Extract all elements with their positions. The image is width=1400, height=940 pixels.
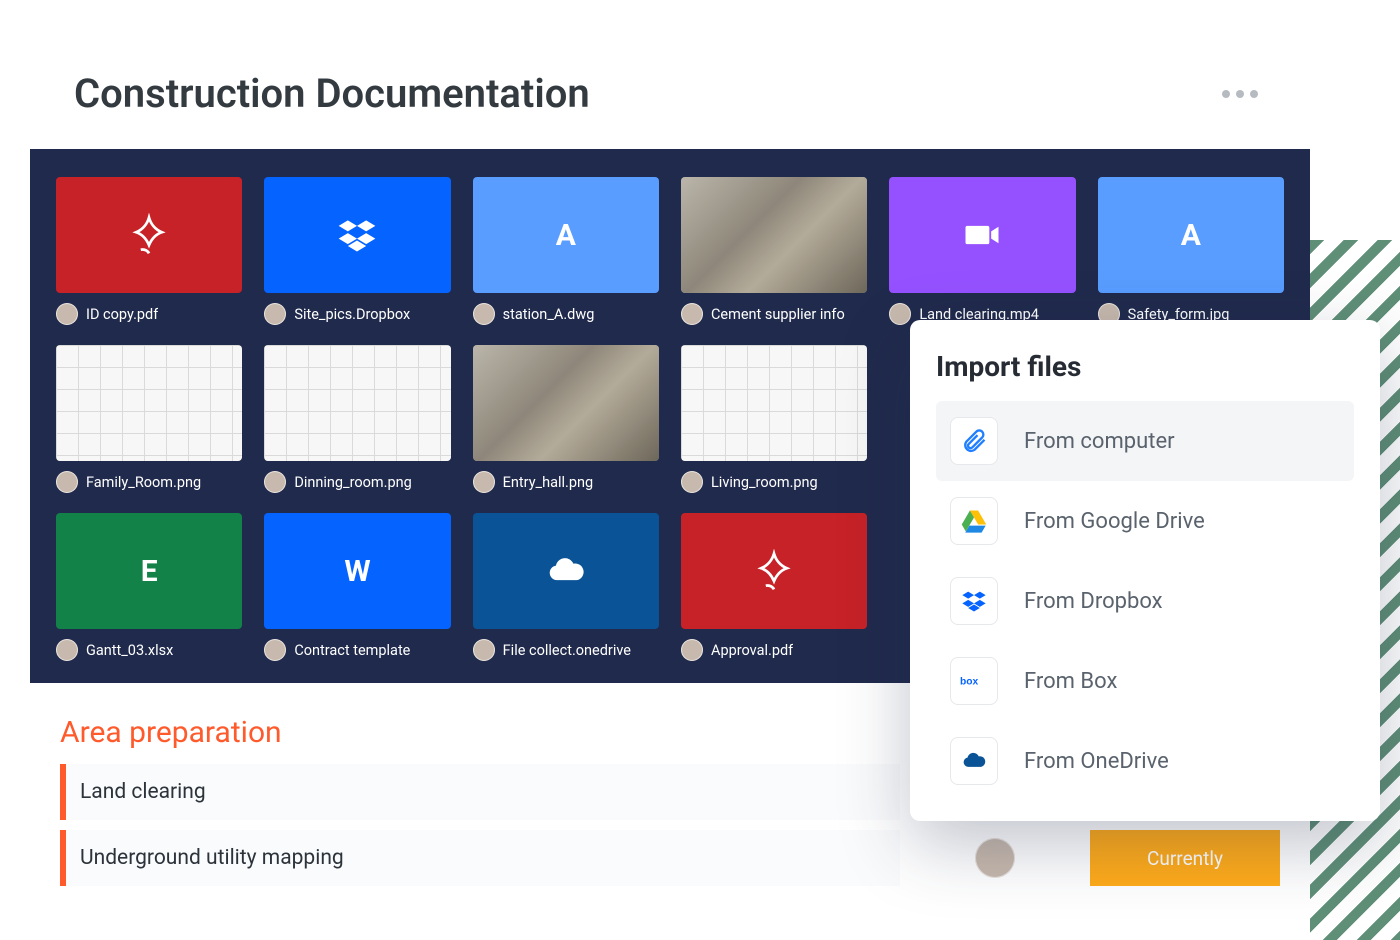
file-meta: Entry_hall.png <box>473 471 659 493</box>
avatar <box>264 639 286 661</box>
avatar <box>56 639 78 661</box>
import-files-popup: Import files From computer From Google Dr… <box>910 320 1380 821</box>
file-card[interactable]: Living_room.png <box>681 345 867 493</box>
avatar <box>681 471 703 493</box>
import-option-box[interactable]: box From Box <box>936 641 1354 721</box>
file-thumbnail[interactable] <box>889 177 1075 293</box>
file-name: Approval.pdf <box>711 642 793 659</box>
file-thumbnail[interactable] <box>473 345 659 461</box>
row-accent-bar <box>60 764 66 820</box>
avatar <box>681 303 703 325</box>
file-thumbnail[interactable] <box>473 513 659 629</box>
file-card[interactable]: Entry_hall.png <box>473 345 659 493</box>
task-name: Land clearing <box>80 780 206 804</box>
avatar <box>264 303 286 325</box>
popup-title: Import files <box>936 350 1354 383</box>
task-row[interactable]: Underground utility mapping Currently <box>60 830 1280 886</box>
file-thumbnail[interactable] <box>56 177 242 293</box>
file-meta: Gantt_03.xlsx <box>56 639 242 661</box>
manager-cell <box>900 838 1090 878</box>
file-meta: Living_room.png <box>681 471 867 493</box>
file-meta: Family_Room.png <box>56 471 242 493</box>
import-option-label: From Box <box>1024 669 1117 694</box>
avatar <box>473 639 495 661</box>
avatar <box>975 838 1015 878</box>
file-card[interactable]: E Gantt_03.xlsx <box>56 513 242 661</box>
onedrive-icon <box>950 737 998 785</box>
file-name: Cement supplier info <box>711 306 845 323</box>
file-name: Living_room.png <box>711 474 818 491</box>
file-meta: ID copy.pdf <box>56 303 242 325</box>
file-thumbnail[interactable]: A <box>473 177 659 293</box>
import-option-label: From computer <box>1024 429 1175 454</box>
gdrive-icon <box>950 497 998 545</box>
file-thumbnail[interactable] <box>681 513 867 629</box>
avatar <box>56 471 78 493</box>
file-card[interactable]: Land clearing.mp4 <box>889 177 1075 325</box>
import-option-gdrive[interactable]: From Google Drive <box>936 481 1354 561</box>
file-name: Dinning_room.png <box>294 474 411 491</box>
import-option-label: From Google Drive <box>1024 509 1205 534</box>
file-card[interactable]: W Contract template <box>264 513 450 661</box>
import-option-onedrive[interactable]: From OneDrive <box>936 721 1354 801</box>
avatar <box>473 471 495 493</box>
import-option-clip[interactable]: From computer <box>936 401 1354 481</box>
file-name: Site_pics.Dropbox <box>294 306 410 323</box>
clip-icon <box>950 417 998 465</box>
file-thumbnail[interactable] <box>264 177 450 293</box>
file-thumbnail[interactable]: W <box>264 513 450 629</box>
import-option-label: From Dropbox <box>1024 589 1163 614</box>
import-option-dropbox[interactable]: From Dropbox <box>936 561 1354 641</box>
file-meta: Approval.pdf <box>681 639 867 661</box>
svg-text:box: box <box>960 676 979 687</box>
avatar <box>473 303 495 325</box>
file-card[interactable]: Site_pics.Dropbox <box>264 177 450 325</box>
file-name: station_A.dwg <box>503 306 595 323</box>
row-accent-bar <box>60 830 66 886</box>
file-thumbnail[interactable] <box>681 177 867 293</box>
file-name: Contract template <box>294 642 410 659</box>
file-name: ID copy.pdf <box>86 306 158 323</box>
file-meta: Dinning_room.png <box>264 471 450 493</box>
file-thumbnail[interactable] <box>56 345 242 461</box>
file-thumbnail[interactable]: E <box>56 513 242 629</box>
file-card[interactable]: Cement supplier info <box>681 177 867 325</box>
file-card[interactable]: Astation_A.dwg <box>473 177 659 325</box>
file-card[interactable]: Approval.pdf <box>681 513 867 661</box>
file-meta: Site_pics.Dropbox <box>264 303 450 325</box>
file-name: Entry_hall.png <box>503 474 593 491</box>
avatar <box>889 303 911 325</box>
header: Construction Documentation <box>30 30 1310 149</box>
file-thumbnail[interactable] <box>681 345 867 461</box>
task-name-cell: Land clearing <box>60 764 900 820</box>
dropbox-icon <box>950 577 998 625</box>
file-name: Family_Room.png <box>86 474 201 491</box>
file-card[interactable]: Dinning_room.png <box>264 345 450 493</box>
file-card[interactable]: ASafety_form.jpg <box>1098 177 1284 325</box>
box-icon: box <box>950 657 998 705</box>
file-meta: Cement supplier info <box>681 303 867 325</box>
more-menu-button[interactable] <box>1214 82 1266 106</box>
avatar <box>56 303 78 325</box>
file-meta: File collect.onedrive <box>473 639 659 661</box>
file-meta: station_A.dwg <box>473 303 659 325</box>
task-name: Underground utility mapping <box>80 846 344 870</box>
file-name: File collect.onedrive <box>503 642 631 659</box>
import-option-label: From OneDrive <box>1024 749 1169 774</box>
file-thumbnail[interactable]: A <box>1098 177 1284 293</box>
file-card[interactable]: ID copy.pdf <box>56 177 242 325</box>
file-meta: Contract template <box>264 639 450 661</box>
avatar <box>681 639 703 661</box>
section-title: Area preparation <box>60 715 900 750</box>
file-name: Gantt_03.xlsx <box>86 642 173 659</box>
avatar <box>264 471 286 493</box>
status-badge: Currently <box>1090 830 1280 886</box>
file-card[interactable]: Family_Room.png <box>56 345 242 493</box>
page-title: Construction Documentation <box>74 70 590 117</box>
file-card[interactable]: File collect.onedrive <box>473 513 659 661</box>
file-thumbnail[interactable] <box>264 345 450 461</box>
task-name-cell: Underground utility mapping <box>60 830 900 886</box>
